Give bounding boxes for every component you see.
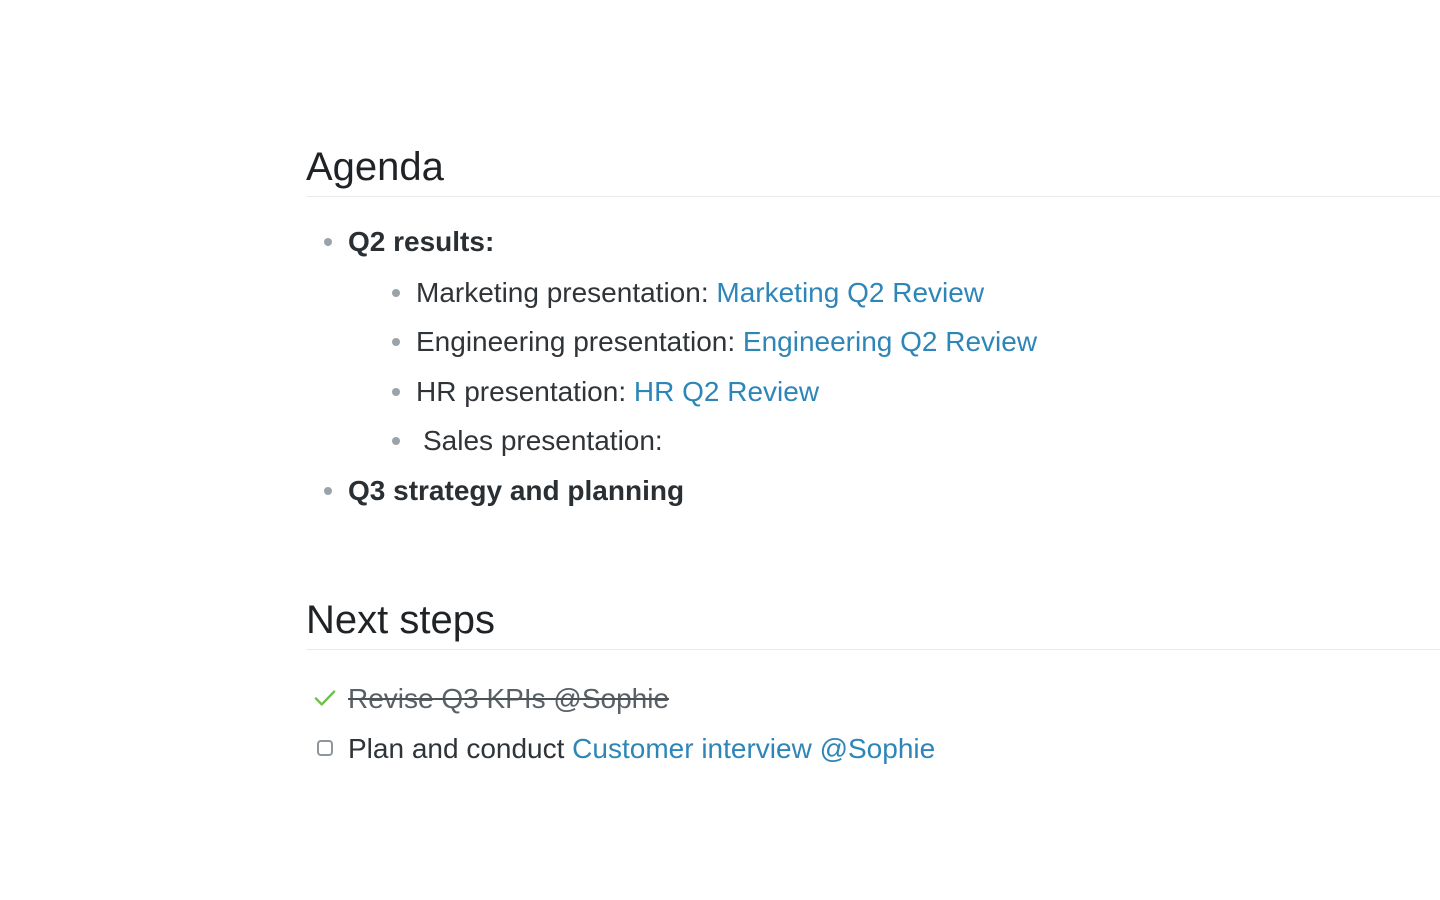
agenda-list: Q2 results: Marketing presentation: Mark… (306, 217, 1440, 515)
task-item: Plan and conduct Customer interview @Sop… (306, 724, 1440, 774)
checkbox-icon (317, 740, 333, 756)
bullet-icon (324, 486, 332, 495)
bullet-icon (392, 387, 400, 396)
bullet-icon (324, 238, 332, 246)
agenda-item-label: Q2 results: (348, 226, 495, 257)
sub-item-engineering: Engineering presentation: Engineering Q2… (390, 317, 1440, 367)
task-text: Plan and conduct (348, 733, 573, 764)
sub-item-text: Marketing presentation: (416, 276, 717, 308)
agenda-section: Agenda Q2 results: Marketing presentatio… (306, 140, 1440, 515)
sub-item-marketing: Marketing presentation: Marketing Q2 Rev… (390, 268, 1440, 318)
sub-item-text: HR presentation: (416, 375, 634, 407)
hr-q2-review-link[interactable]: HR Q2 Review (634, 376, 819, 407)
sub-item-sales: Sales presentation: (390, 416, 1440, 466)
agenda-item-label: Q3 strategy and planning (348, 474, 685, 506)
task-item: Revise Q3 KPIs @Sophie (306, 674, 1440, 724)
marketing-q2-review-link[interactable]: Marketing Q2 Review (716, 277, 984, 308)
engineering-q2-review-link[interactable]: Engineering Q2 Review (743, 326, 1037, 357)
sub-item-text: Engineering presentation: (416, 326, 743, 357)
task-text-done: Revise Q3 KPIs @Sophie (348, 683, 670, 714)
check-icon-glyph (314, 690, 336, 706)
bullet-icon (392, 338, 400, 346)
q2-results-sublist: Marketing presentation: Marketing Q2 Rev… (348, 268, 1440, 466)
agenda-item-q3-strategy: Q3 strategy and planning (322, 466, 1440, 516)
bullet-icon (392, 437, 400, 445)
check-icon[interactable] (314, 687, 336, 709)
agenda-item-q2-results: Q2 results: Marketing presentation: Mark… (322, 217, 1440, 466)
next-steps-heading: Next steps (306, 593, 1440, 650)
bullet-icon (392, 288, 400, 297)
document-body: Agenda Q2 results: Marketing presentatio… (306, 140, 1440, 774)
checkbox-toggle[interactable] (314, 737, 336, 759)
sub-item-hr: HR presentation: HR Q2 Review (390, 367, 1440, 417)
sub-item-text: Sales presentation: (423, 425, 663, 456)
customer-interview-link[interactable]: Customer interview @Sophie (572, 733, 935, 764)
next-steps-section: Next steps Revise Q3 KPIs @Sophie Plan a… (306, 593, 1440, 774)
agenda-heading: Agenda (306, 140, 1440, 197)
task-list: Revise Q3 KPIs @Sophie Plan and conduct … (306, 674, 1440, 774)
